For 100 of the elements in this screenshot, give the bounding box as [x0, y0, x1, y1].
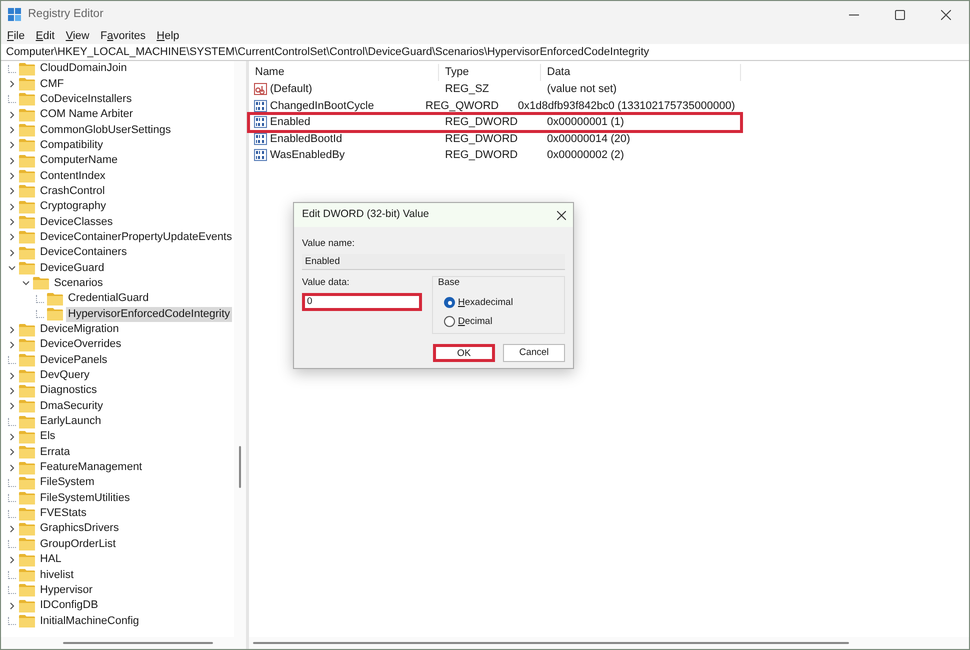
tree-item[interactable]: DevQuery: [38, 368, 92, 384]
tree-item[interactable]: DeviceGuard: [38, 260, 106, 276]
ok-button[interactable]: OK: [433, 344, 495, 362]
tree-item[interactable]: Compatibility: [38, 138, 105, 153]
chevron-right-icon[interactable]: [8, 602, 16, 610]
radio-button[interactable]: [444, 297, 455, 308]
tree-item[interactable]: ContentIndex: [38, 168, 108, 184]
tree-item[interactable]: DmaSecurity: [38, 398, 105, 414]
value-name[interactable]: EnabledBootId: [270, 130, 342, 147]
chevron-right-icon[interactable]: [8, 402, 16, 410]
chevron-right-icon[interactable]: [8, 448, 16, 456]
tree-item[interactable]: HAL: [38, 552, 64, 568]
chevron-right-icon[interactable]: [8, 432, 16, 441]
chevron-right-icon[interactable]: [8, 126, 16, 134]
chevron-right-icon[interactable]: [8, 524, 16, 533]
horizontal-scrollbar[interactable]: [249, 637, 969, 649]
tree-item[interactable]: DeviceOverrides: [38, 337, 124, 352]
folder-icon: [19, 537, 35, 552]
tree-item[interactable]: FVEStats: [38, 506, 88, 522]
value-name[interactable]: (Default): [270, 81, 312, 98]
tree-item[interactable]: Errata: [38, 444, 72, 460]
chevron-right-icon[interactable]: [8, 386, 16, 395]
tree-item[interactable]: CoDeviceInstallers: [38, 92, 134, 107]
chevron-right-icon[interactable]: [8, 187, 16, 196]
chevron-right-icon[interactable]: [8, 202, 16, 211]
menu-item[interactable]: Edit: [36, 29, 55, 43]
chevron-right-icon[interactable]: [8, 372, 16, 380]
registry-app-icon: [8, 8, 22, 22]
chevron-right-icon[interactable]: [8, 218, 16, 226]
folder-icon: [19, 169, 35, 184]
tree-item[interactable]: COM Name Arbiter: [38, 107, 135, 122]
tree-item[interactable]: EarlyLaunch: [38, 414, 104, 430]
chevron-right-icon[interactable]: [8, 248, 16, 257]
tree-item[interactable]: FileSystemUtilities: [38, 490, 132, 506]
tree-item[interactable]: GraphicsDrivers: [38, 521, 121, 536]
radio-label[interactable]: Hexadecimal: [458, 296, 513, 310]
value-name[interactable]: ChangedInBootCycle: [270, 98, 374, 114]
chevron-right-icon[interactable]: [8, 326, 16, 334]
chevron-right-icon[interactable]: [8, 233, 16, 242]
address-bar[interactable]: Computer\HKEY_LOCAL_MACHINE\SYSTEM\CurrentControlSet\Control\DeviceGuard\Scenarios\HypervisorEnforcedCodeIntegrity: [1, 44, 969, 61]
tree-item[interactable]: CrashControl: [38, 184, 107, 199]
value-name[interactable]: Enabled: [270, 114, 310, 130]
tree-item[interactable]: IDConfigDB: [38, 598, 100, 614]
chevron-right-icon[interactable]: [8, 340, 16, 349]
group-label: Base: [438, 276, 461, 290]
folder-icon: [19, 430, 35, 444]
tree-item[interactable]: CMF: [38, 76, 66, 92]
tree-item[interactable]: CredentialGuard: [66, 291, 151, 306]
chevron-right-icon[interactable]: [8, 141, 16, 150]
tree-item[interactable]: FeatureManagement: [38, 460, 144, 476]
tree-item[interactable]: hivelist: [38, 568, 76, 583]
tree-item[interactable]: DeviceMigration: [38, 322, 121, 338]
tree-item[interactable]: InitialMachineConfig: [38, 614, 142, 629]
column-header[interactable]: Name: [249, 64, 439, 81]
tree-item[interactable]: HypervisorEnforcedCodeIntegrity: [66, 306, 232, 322]
folder-icon: [19, 522, 35, 536]
tree-item[interactable]: Els: [38, 429, 58, 444]
tree-item[interactable]: GroupOrderList: [38, 536, 118, 552]
menu-item[interactable]: View: [66, 29, 90, 43]
tree-item[interactable]: DeviceClasses: [38, 214, 115, 230]
tree-item[interactable]: Diagnostics: [38, 383, 99, 398]
radio-label[interactable]: Decimal: [458, 314, 492, 329]
tree-item[interactable]: FileSystem: [38, 475, 96, 490]
tree-item[interactable]: Hypervisor: [38, 582, 95, 598]
tree-item[interactable]: ComputerName: [38, 153, 120, 168]
folder-icon: [19, 62, 35, 76]
value-data: (value not set): [546, 82, 618, 97]
value-type: REG_SZ: [444, 82, 490, 97]
menu-item[interactable]: Help: [156, 29, 180, 43]
chevron-right-icon[interactable]: [8, 80, 16, 88]
radio-button[interactable]: [444, 316, 455, 328]
menu-item[interactable]: File: [7, 29, 25, 43]
chevron-down-icon[interactable]: [8, 264, 16, 272]
value-data: 0x00000014 (20): [546, 132, 632, 146]
value-name[interactable]: WasEnabledBy: [270, 147, 345, 164]
folder-icon: [19, 476, 35, 490]
chevron-right-icon[interactable]: [8, 172, 16, 180]
column-header[interactable]: Data: [541, 64, 741, 81]
chevron-right-icon[interactable]: [8, 464, 16, 472]
tree-item[interactable]: Scenarios: [52, 276, 105, 291]
chevron-right-icon[interactable]: [8, 556, 16, 564]
tree-item[interactable]: CommonGlobUserSettings: [38, 122, 173, 138]
horizontal-scrollbar[interactable]: [1, 637, 246, 649]
folder-icon: [19, 568, 35, 582]
menu-item[interactable]: Favorites: [100, 29, 146, 43]
chevron-right-icon[interactable]: [8, 110, 16, 119]
tree-item[interactable]: CloudDomainJoin: [38, 61, 129, 76]
tree-item[interactable]: DevicePanels: [38, 352, 110, 368]
folder-icon: [19, 246, 35, 260]
chevron-down-icon[interactable]: [22, 279, 30, 288]
tree-item[interactable]: DeviceContainerPropertyUpdateEvents: [38, 230, 234, 245]
cancel-button[interactable]: Cancel: [503, 344, 565, 362]
value-data-field[interactable]: 0: [302, 292, 422, 310]
chevron-right-icon[interactable]: [8, 156, 16, 165]
column-header[interactable]: Type: [439, 64, 541, 81]
dialog-title: Edit DWORD (32-bit) Value: [302, 207, 430, 222]
tree-item[interactable]: DeviceContainers: [38, 245, 129, 260]
vertical-scrollbar[interactable]: [234, 61, 246, 637]
tree-item[interactable]: Cryptography: [38, 199, 108, 214]
folder-icon: [19, 598, 35, 613]
